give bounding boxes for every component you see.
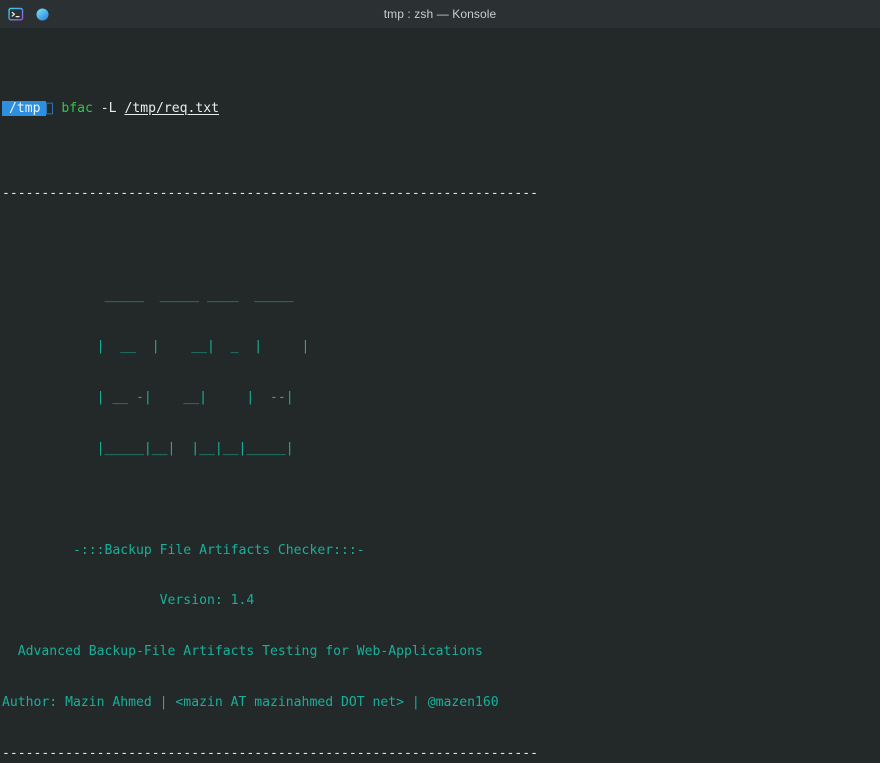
banner-blank-2 [2, 492, 880, 509]
terminal-output: /tmp bfac -L /tmp/req.txt -------------… [0, 33, 880, 763]
ascii-art-row-4: |_____|__| |__|__|_____| [2, 440, 294, 456]
banner-version: Version: 1.4 [2, 593, 255, 609]
window-title: tmp : zsh — Konsole [383, 7, 497, 21]
banner-separator-top: ----------------------------------------… [2, 185, 539, 201]
prompt-argument: /tmp/req.txt [124, 100, 220, 116]
session-indicator-icon[interactable] [34, 6, 51, 23]
ascii-art-row-2: | __ | __| _ | | [2, 338, 310, 354]
banner-tagline: Advanced Backup-File Artifacts Testing f… [2, 644, 483, 660]
konsole-window: tmp : zsh — Konsole /tmp bfac -L /tmp/r… [0, 0, 880, 763]
ascii-art-row-1: _____ _____ ____ _____ [2, 287, 294, 303]
ascii-art-row-3: | __ -| __| | --| [2, 389, 294, 405]
banner-title: -:::Backup File Artifacts Checker:::- [2, 542, 365, 558]
banner-blank-1 [2, 237, 880, 254]
prompt-flag: -L [100, 100, 117, 116]
banner-author: Author: Mazin Ahmed | <mazin AT mazinahm… [2, 695, 499, 711]
banner-separator-bottom: ----------------------------------------… [2, 746, 539, 762]
titlebar-icon-group [0, 6, 51, 23]
konsole-terminal-icon[interactable] [8, 6, 25, 23]
window-titlebar: tmp : zsh — Konsole [0, 0, 880, 29]
terminal-viewport[interactable]: /tmp bfac -L /tmp/req.txt -------------… [0, 29, 880, 763]
prompt-arrow-icon:  [45, 100, 54, 116]
shell-prompt-line[interactable]: /tmp bfac -L /tmp/req.txt [2, 100, 880, 118]
prompt-path-segment: /tmp [2, 100, 46, 116]
prompt-command: bfac [61, 100, 93, 116]
